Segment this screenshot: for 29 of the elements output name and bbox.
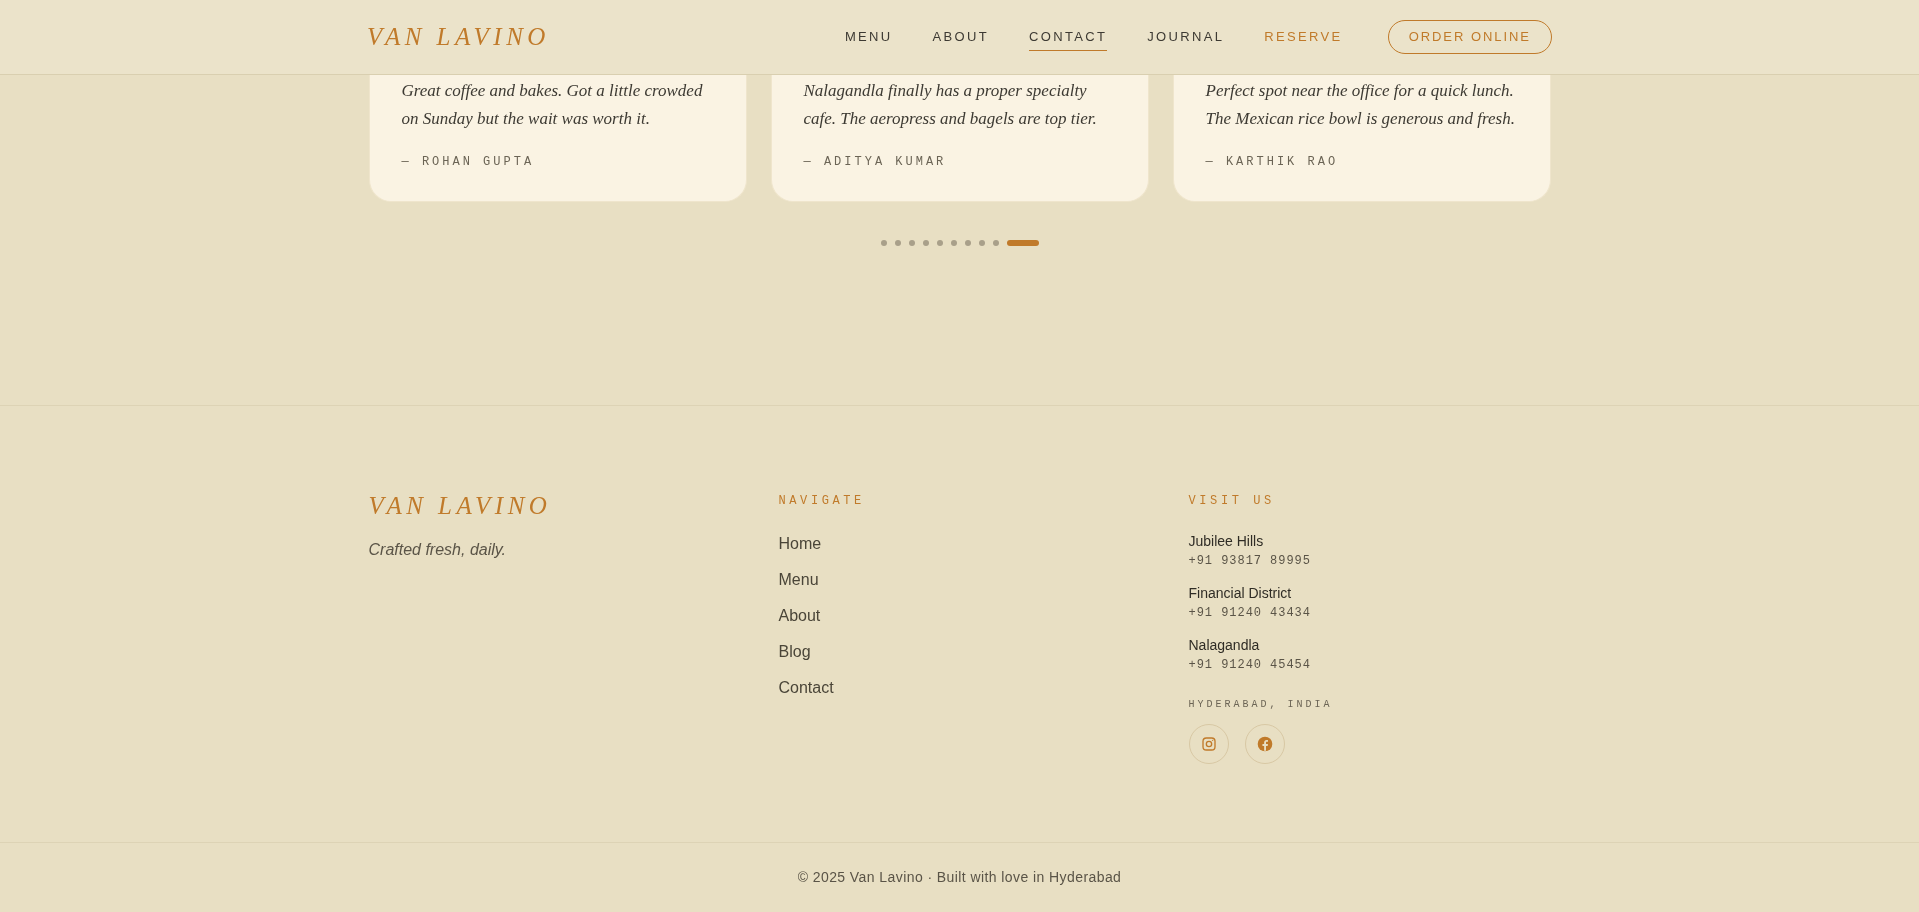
testimonial-author: — KARTHIK RAO: [1205, 154, 1340, 171]
testimonial-author: — ROHAN GUPTA: [401, 154, 536, 171]
testimonial-quote: Nalagandla finally has a proper specialty cafe. The aeropress and bagels are top tier.: [803, 80, 1098, 130]
city: HYDERABAD, INDIA: [1188, 698, 1334, 712]
testimonial-author: — ADITYA KUMAR: [803, 154, 948, 171]
footer-link[interactable]: Contact: [778, 677, 834, 699]
footer-link[interactable]: About: [778, 605, 821, 627]
location-phone: +91 91240 43434: [1188, 605, 1312, 622]
nav-link[interactable]: CONTACT: [1029, 22, 1108, 52]
column-heading: VISIT US: [1188, 493, 1276, 510]
nav-link[interactable]: ABOUT: [932, 22, 990, 52]
nav-link[interactable]: MENU: [844, 22, 893, 52]
footer-link[interactable]: Menu: [778, 569, 819, 591]
location-phone: +91 91240 45454: [1188, 657, 1312, 674]
footer-link[interactable]: Home: [778, 533, 822, 555]
facebook-icon: [1256, 736, 1273, 752]
footer-link[interactable]: Blog: [778, 641, 811, 663]
footer-logo: VAN LAVINO: [368, 491, 553, 521]
testimonial-quote: Great coffee and bakes. Got a little crowded on Sunday but the wait was worth it.: [401, 80, 704, 130]
location-name: Financial District: [1188, 584, 1293, 603]
location-phone: +91 93817 89995: [1188, 553, 1312, 570]
instagram-icon: [1200, 736, 1217, 752]
location-name: Jubilee Hills: [1188, 532, 1265, 551]
location-name: Nalagandla: [1188, 636, 1261, 655]
nav-link[interactable]: JOURNAL: [1147, 22, 1225, 52]
copyright: © 2025 Van Lavino · Built with love in Hyderabad: [797, 868, 1122, 887]
tagline: Crafted fresh, daily.: [368, 540, 508, 560]
testimonial-quote: Perfect spot near the office for a quick lunch. The Mexican rice bowl is generous and fresh.: [1205, 80, 1516, 130]
column-heading: NAVIGATE: [778, 493, 866, 510]
